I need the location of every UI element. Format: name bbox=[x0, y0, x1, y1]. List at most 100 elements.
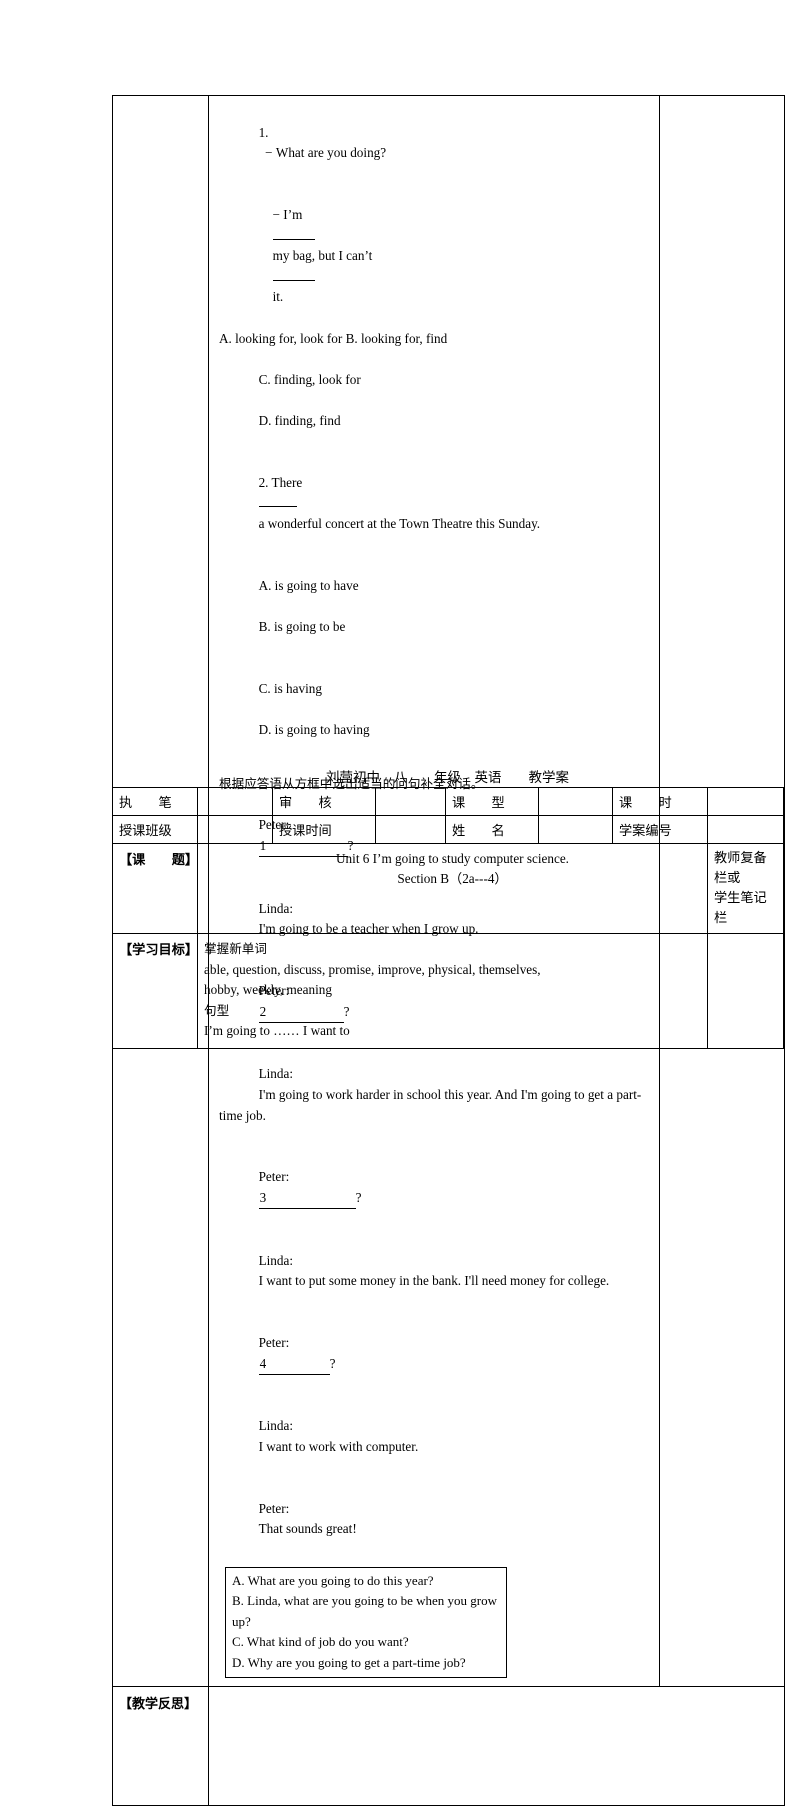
cell-name-value[interactable] bbox=[538, 815, 613, 844]
cell-notes-header: 教师复备栏或 学生笔记栏 bbox=[707, 843, 784, 934]
dialogue-line-6: Linda: I want to put some money in the b… bbox=[219, 1230, 651, 1312]
dialogue-speaker: Linda: bbox=[258, 1066, 293, 1082]
dialogue-option-d: D. Why are you going to get a part-time … bbox=[232, 1654, 466, 1670]
goals-notes[interactable] bbox=[708, 934, 783, 943]
dialogue-text: That sounds great! bbox=[258, 1521, 357, 1537]
dialogue-line-7: Peter: 4? bbox=[219, 1312, 651, 1395]
cell-plan-no-value[interactable] bbox=[707, 815, 784, 844]
fill-blank-1b[interactable] bbox=[272, 279, 315, 281]
question-1-choices-cd: C. finding, look for D. finding, find bbox=[219, 349, 651, 452]
topic-line-2: Section B（2a---4） bbox=[397, 871, 508, 886]
cell-period-label: 课 时 bbox=[612, 787, 708, 816]
plan-row-topic: 【课 题】 Unit 6 I’m going to study computer… bbox=[112, 843, 784, 934]
time-label: 授课时间 bbox=[279, 824, 332, 839]
goals-line-4: 句型 bbox=[204, 1002, 230, 1018]
answer-prefix: I’m bbox=[283, 206, 303, 222]
dialogue-option-b: B. Linda, what are you going to be when … bbox=[232, 1593, 498, 1629]
author-label: 执 笔 bbox=[119, 796, 172, 811]
lesson-type-label: 课 型 bbox=[452, 796, 505, 811]
topic-line-1: Unit 6 I’m going to study computer scien… bbox=[336, 851, 569, 866]
dialogue-suffix-4: ? bbox=[329, 1355, 336, 1371]
dialogue-speaker: Linda: bbox=[258, 1252, 293, 1268]
goals-content: 掌握新单词 able, question, discuss, promise, … bbox=[198, 934, 707, 1048]
dialogue-blank-3[interactable]: 3 bbox=[258, 1188, 356, 1210]
name-label: 姓 名 bbox=[452, 824, 505, 839]
dialogue-text: I want to work with computer. bbox=[258, 1439, 419, 1454]
cell-lesson-type-value[interactable] bbox=[538, 787, 613, 816]
dialogue-line-8: Linda: I want to work with computer. bbox=[219, 1396, 651, 1478]
plan-number-value[interactable] bbox=[708, 816, 783, 824]
cell-plan-no-label: 学案编号 bbox=[612, 815, 708, 844]
question-1-choices-ab: A. looking for, look for B. looking for,… bbox=[219, 330, 448, 346]
cell-topic-body: Unit 6 I’m going to study computer scien… bbox=[197, 843, 708, 934]
question-2-choices-ab: A. is going to have B. is going to be bbox=[219, 555, 651, 658]
question-2-choice-a: A. is going to have bbox=[258, 577, 359, 593]
cell-time-label: 授课时间 bbox=[272, 815, 376, 844]
fill-blank-1a[interactable] bbox=[272, 238, 315, 240]
plan-row-goals: 【学习目标】 掌握新单词 able, question, discuss, pr… bbox=[112, 933, 784, 1049]
question-1-choice-c: C. finding, look for bbox=[258, 371, 361, 387]
cell-author-label: 执 笔 bbox=[112, 787, 198, 816]
cell-goals-notes[interactable] bbox=[707, 933, 784, 1049]
dialogue-speaker: Peter: bbox=[258, 1335, 290, 1351]
reviewer-label: 审 核 bbox=[279, 796, 332, 811]
dialogue-text: I want to put some money in the bank. I'… bbox=[258, 1273, 610, 1289]
reflection-content[interactable] bbox=[209, 1687, 784, 1805]
cell-author-value[interactable] bbox=[197, 787, 273, 816]
cell-class-value[interactable] bbox=[197, 815, 273, 844]
reflection-label: 【教学反思】 bbox=[119, 1697, 198, 1713]
question-1-answer-line: − I’m my bag, but I can’t it. bbox=[219, 184, 651, 328]
reviewer-value[interactable] bbox=[376, 788, 445, 796]
answer-dash: − bbox=[272, 206, 280, 222]
cell-lesson-type-label: 课 型 bbox=[445, 787, 539, 816]
author-value[interactable] bbox=[198, 788, 272, 796]
dialogue-blank-4[interactable]: 4 bbox=[258, 1354, 330, 1376]
plan-heading: 刘营初中 八 年级 英语 教学案 bbox=[326, 770, 569, 786]
plan-row-1: 执 笔 审 核 课 型 课 时 bbox=[112, 787, 784, 816]
topic-label: 【课 题】 bbox=[119, 853, 199, 868]
dialogue-option-c: C. What kind of job do you want? bbox=[232, 1634, 409, 1650]
cell-goals-body: 掌握新单词 able, question, discuss, promise, … bbox=[197, 933, 708, 1049]
dialogue-line-4: Linda: I'm going to work harder in schoo… bbox=[219, 1044, 651, 1147]
question-2-stem-pre: 2. There bbox=[258, 474, 303, 490]
period-value[interactable] bbox=[708, 788, 783, 796]
cell-reviewer-value[interactable] bbox=[375, 787, 446, 816]
document-page: 1. − What are you doing? − I’m my bag, b… bbox=[0, 0, 794, 1806]
time-value[interactable] bbox=[376, 816, 445, 824]
reflection-label-cell: 【教学反思】 bbox=[112, 1686, 209, 1806]
question-2-stem-post: a wonderful concert at the Town Theatre … bbox=[258, 515, 541, 531]
dialogue-text: I'm going to work harder in school this … bbox=[219, 1086, 642, 1123]
class-label: 授课班级 bbox=[119, 824, 172, 839]
question-1-number: 1. bbox=[258, 124, 269, 140]
dialogue-options-box: A. What are you going to do this year? B… bbox=[225, 1566, 507, 1679]
name-value[interactable] bbox=[539, 816, 612, 824]
question-2-line: 2. There a wonderful concert at the Town… bbox=[219, 452, 651, 555]
dialogue-suffix-3: ? bbox=[355, 1189, 362, 1205]
dialogue-speaker: Peter: bbox=[258, 1500, 290, 1516]
cell-goals-label: 【学习目标】 bbox=[112, 933, 199, 1049]
cell-time-value[interactable] bbox=[375, 815, 446, 844]
cell-name-label: 姓 名 bbox=[445, 815, 539, 844]
topic-content: Unit 6 I’m going to study computer scien… bbox=[198, 844, 707, 895]
question-2-choice-d: D. is going to having bbox=[258, 721, 370, 737]
period-label: 课 时 bbox=[619, 796, 672, 811]
notes-column-header: 教师复备栏或 学生笔记栏 bbox=[708, 844, 783, 933]
question-1-choice-d: D. finding, find bbox=[258, 412, 341, 428]
dialogue-speaker: Linda: bbox=[258, 1418, 293, 1434]
notes-line-2: 学生笔记栏 bbox=[714, 891, 767, 926]
question-1-prompt: What are you doing? bbox=[275, 145, 387, 161]
goals-label: 【学习目标】 bbox=[119, 943, 199, 958]
plan-number-label: 学案编号 bbox=[619, 824, 672, 839]
question-2-choice-c: C. is having bbox=[258, 680, 322, 696]
class-value[interactable] bbox=[198, 816, 272, 824]
cell-reviewer-label: 审 核 bbox=[272, 787, 376, 816]
dialogue-speaker: Peter: bbox=[258, 1169, 290, 1185]
question-2-choices-cd: C. is having D. is going to having bbox=[219, 658, 651, 761]
reflection-row: 【教学反思】 bbox=[112, 1686, 785, 1806]
reflection-content-cell[interactable] bbox=[208, 1686, 785, 1806]
cell-period-value[interactable] bbox=[707, 787, 784, 816]
dialogue-line-9: Peter: That sounds great! bbox=[219, 1478, 651, 1560]
fill-blank-2[interactable] bbox=[258, 506, 297, 508]
lesson-type-value[interactable] bbox=[539, 788, 612, 796]
dialogue-option-a: A. What are you going to do this year? bbox=[232, 1572, 434, 1588]
